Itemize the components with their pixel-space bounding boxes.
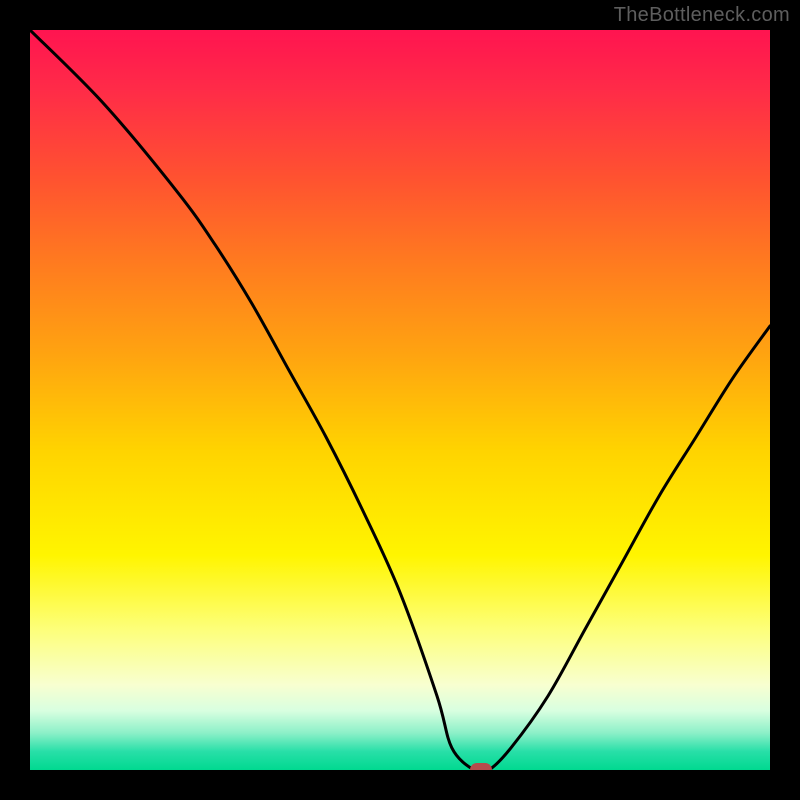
plot-area bbox=[30, 30, 770, 770]
curve-path bbox=[30, 30, 770, 770]
chart-frame: TheBottleneck.com bbox=[0, 0, 800, 800]
bottleneck-curve bbox=[30, 30, 770, 770]
watermark-text: TheBottleneck.com bbox=[614, 4, 790, 27]
optimum-marker bbox=[470, 763, 492, 770]
